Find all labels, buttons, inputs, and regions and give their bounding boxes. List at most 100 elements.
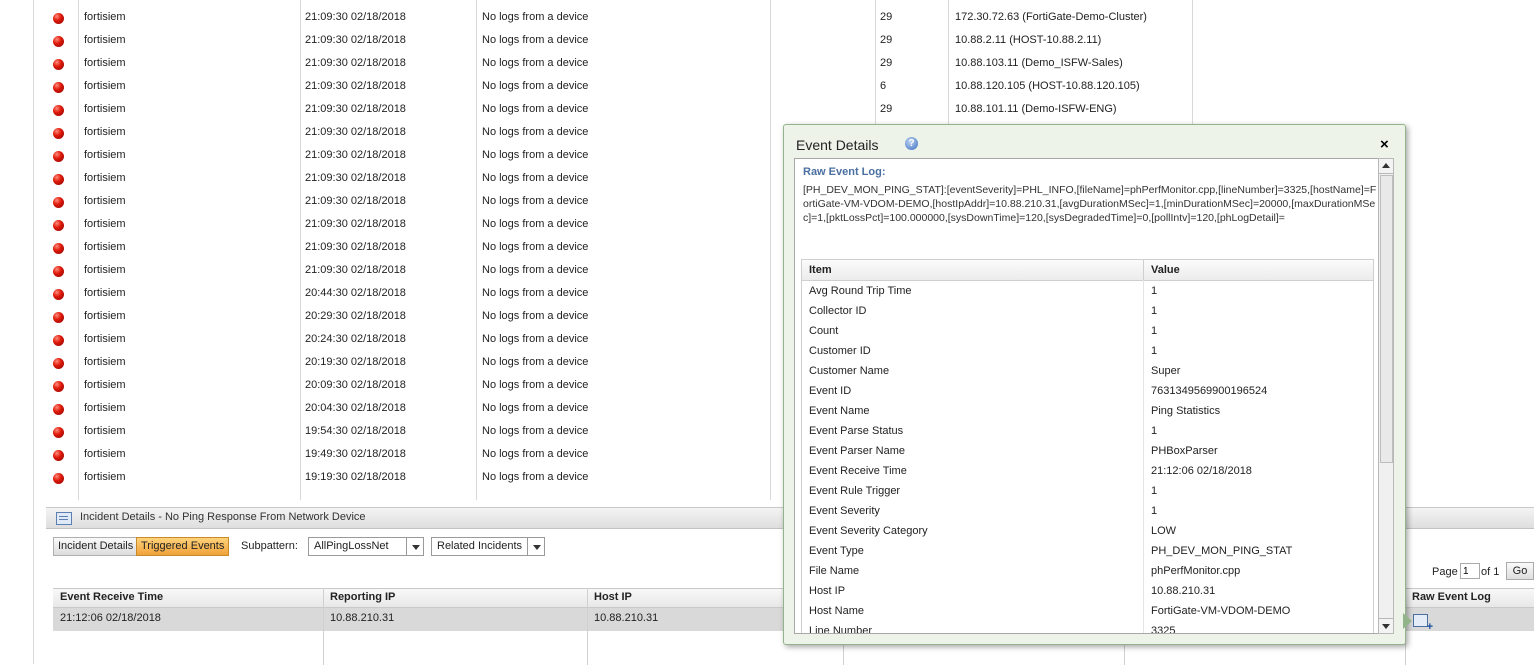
dialog-body: Raw Event Log: [PH_DEV_MON_PING_STAT]:[e…: [794, 158, 1380, 634]
chevron-down-icon[interactable]: [406, 538, 423, 555]
item-name: Line Number: [809, 625, 872, 634]
list-item[interactable]: Event Severity Category LOW: [802, 521, 1373, 541]
incident-time-cell: 20:44:30 02/18/2018: [305, 287, 406, 299]
help-icon[interactable]: ?: [905, 137, 918, 150]
item-value: 1: [1151, 485, 1158, 497]
list-item[interactable]: Event Severity 1: [802, 501, 1373, 521]
severity-high-icon: [53, 266, 64, 277]
tab-triggered-events[interactable]: Triggered Events: [136, 537, 230, 556]
device-name-cell: fortisiem: [84, 310, 126, 322]
list-item[interactable]: Event Parse Status 1: [802, 421, 1373, 441]
list-item[interactable]: Count 1: [802, 321, 1373, 341]
incident-reason-cell: No logs from a device: [482, 80, 589, 92]
list-item[interactable]: Line Number 3325: [802, 621, 1373, 634]
item-name: Collector ID: [809, 305, 867, 317]
incident-reason-cell: No logs from a device: [482, 11, 589, 23]
column-header-item[interactable]: Item: [809, 264, 832, 276]
severity-high-icon: [53, 105, 64, 116]
raw-event-log-icon[interactable]: [1413, 614, 1433, 633]
list-item[interactable]: Event Parser Name PHBoxParser: [802, 441, 1373, 461]
incident-reason-cell: No logs from a device: [482, 57, 589, 69]
item-name: Event Severity Category: [809, 525, 928, 537]
scroll-down-icon[interactable]: [1379, 618, 1393, 633]
list-item[interactable]: Host IP 10.88.210.31: [802, 581, 1373, 601]
list-item[interactable]: Event ID 7631349569900196524: [802, 381, 1373, 401]
scroll-thumb[interactable]: [1380, 175, 1393, 463]
page-number-input[interactable]: [1460, 563, 1480, 579]
column-header-value[interactable]: Value: [1151, 264, 1180, 276]
device-name-cell: fortisiem: [84, 448, 126, 460]
severity-high-icon: [53, 174, 64, 185]
col-divider: [323, 588, 324, 665]
device-name-cell: fortisiem: [84, 356, 126, 368]
reporting-ip-cell: 10.88.210.31: [330, 612, 395, 624]
item-value: FortiGate-VM-VDOM-DEMO: [1151, 605, 1291, 617]
list-item[interactable]: Event Receive Time 21:12:06 02/18/2018: [802, 461, 1373, 481]
scroll-up-icon[interactable]: [1379, 159, 1393, 174]
subpattern-select[interactable]: AllPingLossNet: [308, 537, 424, 556]
panel-title: Incident Details - No Ping Response From…: [80, 511, 366, 523]
device-name-cell: fortisiem: [84, 149, 126, 161]
table-row[interactable]: fortisiem 21:09:30 02/18/2018 No logs from…: [38, 52, 1534, 75]
host-cell: 10.88.103.11 (Demo_ISFW-Sales): [955, 57, 1123, 69]
item-value: Ping Statistics: [1151, 405, 1221, 417]
severity-high-icon: [53, 243, 64, 254]
host-cell: 10.88.120.105 (HOST-10.88.120.105): [955, 80, 1140, 92]
host-cell: 172.30.72.63 (FortiGate-Demo-Cluster): [955, 11, 1147, 23]
device-name-cell: fortisiem: [84, 241, 126, 253]
related-incidents-select[interactable]: Related Incidents: [431, 537, 545, 556]
incident-time-cell: 21:09:30 02/18/2018: [305, 172, 406, 184]
item-name: Event Parser Name: [809, 445, 905, 457]
device-name-cell: fortisiem: [84, 11, 126, 23]
incident-reason-cell: No logs from a device: [482, 471, 589, 483]
incident-reason-cell: No logs from a device: [482, 34, 589, 46]
item-value: 1: [1151, 325, 1158, 337]
device-name-cell: fortisiem: [84, 218, 126, 230]
subpattern-value: AllPingLossNet: [314, 540, 389, 552]
table-row[interactable]: fortisiem 21:09:30 02/18/2018 No logs from…: [38, 98, 1534, 121]
list-item[interactable]: Customer ID 1: [802, 341, 1373, 361]
dialog-title: Event Details: [796, 137, 879, 153]
close-icon[interactable]: ×: [1380, 136, 1389, 153]
tab-incident-details[interactable]: Incident Details: [53, 537, 139, 556]
item-value: phPerfMonitor.cpp: [1151, 565, 1241, 577]
table-row[interactable]: fortisiem 21:09:30 02/18/2018 No logs from…: [38, 6, 1534, 29]
column-header[interactable]: Event Receive Time: [60, 591, 163, 603]
count-cell: 29: [880, 57, 893, 69]
severity-high-icon: [53, 335, 64, 346]
chevron-down-icon[interactable]: [527, 538, 544, 555]
list-item[interactable]: Customer Name Super: [802, 361, 1373, 381]
column-header[interactable]: Reporting IP: [330, 591, 395, 603]
list-item[interactable]: Collector ID 1: [802, 301, 1373, 321]
incident-reason-cell: No logs from a device: [482, 172, 589, 184]
raw-event-log-label: Raw Event Log:: [803, 166, 886, 178]
count-cell: 29: [880, 34, 893, 46]
item-value: 7631349569900196524: [1151, 385, 1268, 397]
go-button[interactable]: Go: [1506, 562, 1534, 580]
count-cell: 29: [880, 103, 893, 115]
item-name: Event ID: [809, 385, 852, 397]
incident-time-cell: 21:09:30 02/18/2018: [305, 126, 406, 138]
list-item[interactable]: Event Type PH_DEV_MON_PING_STAT: [802, 541, 1373, 561]
item-name: Event Name: [809, 405, 870, 417]
page-count-label: of 1: [1481, 566, 1500, 578]
list-item[interactable]: Event Name Ping Statistics: [802, 401, 1373, 421]
incident-time-cell: 21:09:30 02/18/2018: [305, 103, 406, 115]
severity-high-icon: [53, 404, 64, 415]
incident-reason-cell: No logs from a device: [482, 379, 589, 391]
list-item[interactable]: Host Name FortiGate-VM-VDOM-DEMO: [802, 601, 1373, 621]
table-row[interactable]: fortisiem 21:09:30 02/18/2018 No logs from…: [38, 75, 1534, 98]
list-item[interactable]: Avg Round Trip Time 1: [802, 281, 1373, 301]
severity-high-icon: [53, 128, 64, 139]
device-name-cell: fortisiem: [84, 471, 126, 483]
column-header[interactable]: Raw Event Log: [1412, 591, 1491, 603]
list-item[interactable]: File Name phPerfMonitor.cpp: [802, 561, 1373, 581]
table-row[interactable]: fortisiem 21:09:30 02/18/2018 No logs from…: [38, 29, 1534, 52]
incident-time-cell: 19:19:30 02/18/2018: [305, 471, 406, 483]
list-item[interactable]: Event Rule Trigger 1: [802, 481, 1373, 501]
column-header[interactable]: Host IP: [594, 591, 632, 603]
item-value: 1: [1151, 305, 1158, 317]
incident-reason-cell: No logs from a device: [482, 241, 589, 253]
scrollbar[interactable]: [1378, 158, 1394, 634]
item-value: 1: [1151, 345, 1158, 357]
